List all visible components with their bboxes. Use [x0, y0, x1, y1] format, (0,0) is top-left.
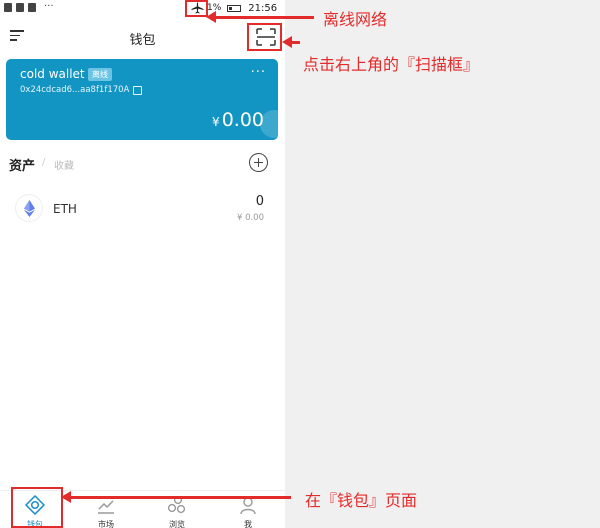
offline-badge: 离线: [88, 68, 112, 81]
wallet-tab-arrow: [61, 491, 291, 503]
wallet-tab-highlight-box: [11, 487, 63, 528]
notification-icon: [28, 3, 36, 12]
phone-screen: ··· 1% 21:56 钱包 cold wallet 离线 ··· 0x24c…: [0, 0, 285, 528]
asset-amount: 0: [255, 194, 264, 209]
status-time: 21:56: [248, 2, 278, 14]
battery-icon: [227, 4, 242, 12]
tab-separator: /: [42, 157, 46, 168]
status-notification-icons: [4, 3, 36, 12]
tab-favorites[interactable]: 收藏: [54, 157, 74, 172]
offline-callout: 离线网络: [323, 10, 388, 29]
tab-assets[interactable]: 资产: [9, 155, 35, 174]
wallet-balance: ¥0.00: [212, 109, 264, 131]
asset-name: ETH: [53, 202, 77, 216]
wallet-card[interactable]: cold wallet 离线 ··· 0x24cdcad6...aa8f1f17…: [6, 59, 278, 140]
status-more-dots: ···: [44, 1, 54, 12]
wallet-name: cold wallet: [20, 67, 85, 81]
scan-highlight-box: [247, 23, 282, 51]
balance-amount: 0.00: [221, 109, 264, 131]
scan-callout: 点击右上角的『扫描框』: [303, 55, 480, 74]
wallet-address: 0x24cdcad6...aa8f1f170A: [20, 85, 130, 95]
copy-address-icon[interactable]: [133, 86, 142, 95]
page-title: 钱包: [129, 33, 156, 48]
add-asset-icon[interactable]: [249, 153, 268, 172]
offline-arrow: [206, 11, 314, 23]
title-bar: 钱包: [0, 20, 285, 54]
offline-highlight-box: [185, 0, 208, 17]
asset-fiat-value: ¥ 0.00: [236, 213, 264, 223]
scan-arrow: [282, 36, 300, 48]
nav-label: 市场: [98, 520, 114, 528]
wallet-page-callout: 在『钱包』页面: [305, 491, 418, 510]
notification-icon: [4, 3, 12, 12]
asset-row-eth[interactable]: ETH 0 ¥ 0.00: [0, 190, 285, 228]
nav-label: 我: [244, 520, 252, 528]
currency-symbol: ¥: [212, 115, 220, 129]
notification-icon: [16, 3, 24, 12]
more-options-icon[interactable]: ···: [251, 65, 266, 80]
assets-header: 资产 / 收藏: [0, 152, 285, 176]
eth-icon: [15, 194, 43, 222]
nav-label: 浏览: [169, 520, 185, 528]
card-decoration: [260, 110, 278, 138]
